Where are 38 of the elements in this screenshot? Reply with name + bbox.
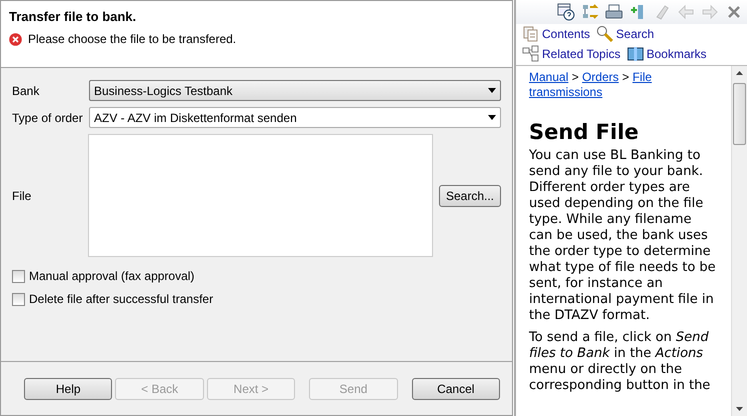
help-paragraph: To send a file, click on Send files to Bank in the Actions menu or directly on the corresponding button in the xyxy=(529,330,712,394)
caret-icon xyxy=(488,88,496,93)
print-icon[interactable] xyxy=(605,3,623,21)
nav-link[interactable]: Contents xyxy=(542,26,590,40)
search-button[interactable]: Search... xyxy=(438,184,501,206)
checkbox[interactable] xyxy=(12,292,25,306)
nav-link[interactable]: Bookmarks xyxy=(646,46,707,60)
contents-icon[interactable] xyxy=(522,25,539,42)
dialog-title: Transfer file to bank. xyxy=(9,9,138,24)
dropdown[interactable]: AZV - AZV im Diskettenformat senden xyxy=(89,107,501,128)
breadcrumb-link[interactable]: transmissions xyxy=(529,85,602,99)
dialog-button[interactable]: Help xyxy=(24,378,112,400)
breadcrumb-link[interactable]: Manual xyxy=(529,70,568,84)
field-label: Type of order xyxy=(12,110,84,124)
error-icon xyxy=(9,32,22,46)
search-icon[interactable] xyxy=(596,25,614,42)
nav-link[interactable]: Search xyxy=(616,26,654,40)
dropdown[interactable]: Business-Logics Testbank xyxy=(89,80,501,101)
dialog-button[interactable]: Cancel xyxy=(412,378,500,400)
scrollbar[interactable] xyxy=(731,66,747,416)
field-label: File xyxy=(12,188,32,202)
field-label: Bank xyxy=(12,84,40,98)
help-heading: Send File xyxy=(529,124,640,140)
file-field[interactable] xyxy=(88,134,433,257)
nav-link[interactable]: Related Topics xyxy=(542,46,620,60)
checkbox-label: Manual approval (fax approval) xyxy=(29,269,194,283)
breadcrumb-link[interactable]: Orders xyxy=(582,70,619,84)
error-message: Please choose the file to be transfered. xyxy=(28,32,236,46)
caret-icon xyxy=(488,115,496,120)
checkbox[interactable] xyxy=(12,270,25,282)
breadcrumb-link[interactable]: File xyxy=(632,70,652,84)
breadcrumb-separator: > xyxy=(572,70,579,84)
bookmarks-icon[interactable] xyxy=(626,45,644,62)
checkbox-label: Delete file after successful transfer xyxy=(29,292,214,306)
help-window-icon[interactable] xyxy=(557,3,575,21)
help-paragraph: You can use BL Banking to send any file to your bank. Different order types are used depending on the file type. While any filename can be used, the bank uses the order type to determine what type of file needs to be sent, for instance an international payment file in the DTAZV format. xyxy=(529,148,717,324)
breadcrumb-separator: > xyxy=(622,70,630,84)
scroll-thumb[interactable] xyxy=(733,83,746,145)
